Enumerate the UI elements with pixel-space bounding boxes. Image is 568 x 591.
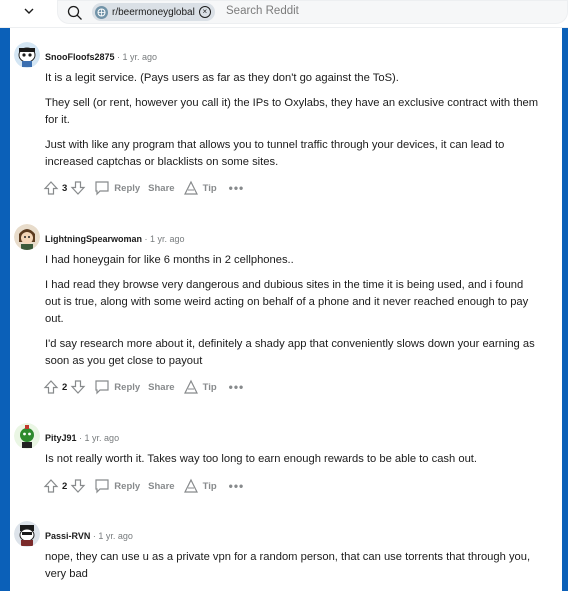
top-bar: r/beermoneyglobal × Search Reddit — [0, 0, 568, 28]
avatar[interactable] — [14, 423, 40, 449]
comment-actions: 2 Reply Share Tip ••• — [43, 476, 244, 496]
clear-subreddit-icon[interactable]: × — [198, 6, 211, 18]
vote-score: 3 — [62, 182, 68, 194]
reply-button[interactable]: Reply — [94, 478, 140, 494]
downvote-icon[interactable] — [70, 379, 86, 395]
comment-header: Passi-RVN · 1 yr. ago — [45, 531, 133, 541]
comment-header: PityJ91 · 1 yr. ago — [45, 433, 120, 443]
comment-actions: 3 Reply Share Tip ••• — [43, 178, 244, 198]
downvote-icon[interactable] — [70, 180, 86, 196]
comment-body: nope, they can use u as a private vpn fo… — [45, 549, 540, 591]
left-rail — [0, 28, 10, 591]
timestamp[interactable]: 1 yr. ago — [123, 52, 158, 62]
search-icon — [67, 5, 83, 21]
comment-actions: 2 Reply Share Tip ••• — [43, 377, 244, 397]
share-button[interactable]: Share — [148, 183, 174, 194]
comment-body: I had honeygain for like 6 months in 2 c… — [45, 252, 540, 378]
upvote-icon[interactable] — [43, 478, 59, 494]
reply-button[interactable]: Reply — [94, 180, 140, 196]
comment-body: Is not really worth it. Takes way too lo… — [45, 451, 540, 476]
comment-paragraph: Is not really worth it. Takes way too lo… — [45, 453, 478, 465]
comment-paragraph: nope, they can use u as a private vpn fo… — [45, 551, 531, 580]
comment-paragraph: I had honeygain for like 6 months in 2 c… — [45, 254, 294, 266]
username[interactable]: SnooFloofs2875 — [45, 52, 115, 62]
comment-bubble-icon — [94, 478, 110, 494]
username[interactable]: Passi-RVN — [45, 531, 90, 541]
vote-score: 2 — [62, 480, 68, 492]
comment-paragraph: Just with like any program that allows y… — [45, 139, 505, 168]
search-bar[interactable]: r/beermoneyglobal × Search Reddit — [57, 0, 568, 24]
upvote-icon[interactable] — [43, 379, 59, 395]
subreddit-icon — [95, 5, 108, 19]
comment-header: LightningSpearwoman · 1 yr. ago — [45, 234, 185, 244]
downvote-icon[interactable] — [70, 478, 86, 494]
avatar[interactable] — [14, 224, 40, 250]
comment-paragraph: They sell (or rent, however you call it)… — [45, 97, 539, 126]
right-rail — [562, 28, 568, 591]
tip-icon — [183, 478, 199, 494]
share-button[interactable]: Share — [148, 481, 174, 492]
tip-icon — [183, 180, 199, 196]
timestamp[interactable]: 1 yr. ago — [150, 234, 185, 244]
comment-body: It is a legit service. (Pays users as fa… — [45, 70, 540, 179]
username[interactable]: PityJ91 — [45, 433, 77, 443]
timestamp[interactable]: 1 yr. ago — [98, 531, 133, 541]
tip-icon — [183, 379, 199, 395]
more-options-icon[interactable]: ••• — [229, 380, 245, 394]
vote-score: 2 — [62, 381, 68, 393]
subreddit-filter-chip[interactable]: r/beermoneyglobal × — [92, 3, 215, 21]
subreddit-chip-label: r/beermoneyglobal — [112, 6, 195, 18]
tip-button[interactable]: Tip — [183, 180, 217, 196]
tip-button[interactable]: Tip — [183, 379, 217, 395]
avatar[interactable] — [14, 521, 40, 547]
comment-header: SnooFloofs2875 · 1 yr. ago — [45, 52, 158, 62]
comment-paragraph: It is a legit service. (Pays users as fa… — [45, 72, 399, 84]
reply-button[interactable]: Reply — [94, 379, 140, 395]
tip-button[interactable]: Tip — [183, 478, 217, 494]
avatar[interactable] — [14, 42, 40, 68]
upvote-icon[interactable] — [43, 180, 59, 196]
comment-bubble-icon — [94, 180, 110, 196]
username[interactable]: LightningSpearwoman — [45, 234, 142, 244]
comment-paragraph: I'd say research more about it, definite… — [45, 338, 535, 367]
more-options-icon[interactable]: ••• — [229, 479, 245, 493]
chevron-down-icon[interactable] — [22, 4, 36, 18]
timestamp[interactable]: 1 yr. ago — [85, 433, 120, 443]
comment-paragraph: I had read they browse very dangerous an… — [45, 279, 529, 325]
comment-bubble-icon — [94, 379, 110, 395]
more-options-icon[interactable]: ••• — [229, 181, 245, 195]
search-input[interactable]: Search Reddit — [226, 5, 299, 17]
share-button[interactable]: Share — [148, 382, 174, 393]
